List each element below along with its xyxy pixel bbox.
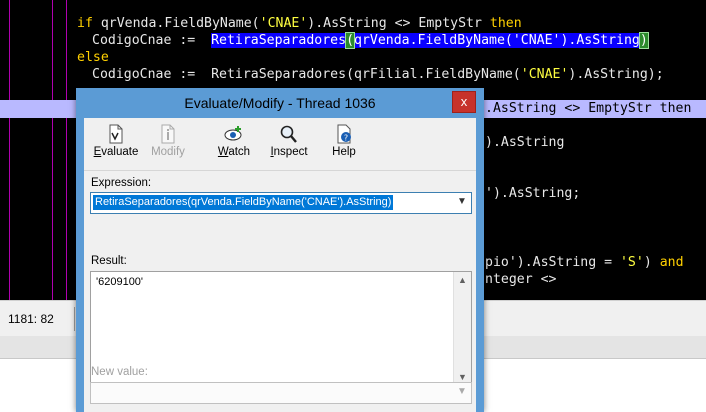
inspect-label: Inspect xyxy=(270,146,308,158)
code-line[interactable]: pio').AsString = 'S') and xyxy=(485,254,684,271)
code-line[interactable]: CodigoCnae := RetiraSeparadores(qrFilial… xyxy=(92,66,664,83)
evaluate-icon xyxy=(109,124,123,144)
magnifier-icon xyxy=(280,125,297,143)
code-line[interactable]: CodigoCnae := RetiraSeparadores(qrVenda.… xyxy=(92,32,649,49)
modify-button[interactable]: Modify xyxy=(142,124,194,166)
code-line[interactable]: ').AsString; xyxy=(485,185,580,202)
evaluate-modify-dialog[interactable]: Evaluate/Modify - Thread 1036 x Evaluate xyxy=(76,88,484,412)
dialog-titlebar[interactable]: Evaluate/Modify - Thread 1036 x xyxy=(76,88,484,118)
cursor-position: 1181: 82 xyxy=(8,312,54,326)
block-guide-line xyxy=(9,0,10,300)
watch-icon xyxy=(224,126,242,141)
result-label: Result: xyxy=(91,255,127,267)
code-line[interactable]: nteger <> xyxy=(485,271,556,288)
toolbar-divider xyxy=(84,170,476,171)
watch-button[interactable]: Watch xyxy=(208,124,260,166)
dialog-toolbar: Evaluate Modify Watch Inspect ? Help xyxy=(84,118,476,168)
block-guide-line xyxy=(52,0,53,300)
evaluate-label: Evaluate xyxy=(93,146,139,158)
expression-input[interactable]: RetiraSeparadores(qrVenda.FieldByName('C… xyxy=(90,192,472,214)
modify-icon xyxy=(161,124,175,144)
block-guide-line xyxy=(66,0,67,300)
status-divider xyxy=(74,307,75,331)
code-line[interactable]: if qrVenda.FieldByName('CNAE').AsString … xyxy=(77,15,522,32)
result-scrollbar[interactable]: ▲ ▼ xyxy=(453,272,471,386)
svg-text:?: ? xyxy=(344,134,348,143)
new-value-input[interactable]: ▼ xyxy=(90,382,472,404)
help-icon: ? xyxy=(337,124,351,144)
watch-label: Watch xyxy=(217,146,251,158)
chevron-down-icon[interactable]: ▼ xyxy=(457,387,467,397)
code-line[interactable]: .AsString <> EmptyStr then xyxy=(485,100,691,117)
help-button[interactable]: ? Help xyxy=(318,124,370,166)
dialog-title: Evaluate/Modify - Thread 1036 xyxy=(184,95,376,111)
dialog-body: Evaluate Modify Watch Inspect ? Help Exp… xyxy=(84,118,476,412)
evaluate-button[interactable]: Evaluate xyxy=(90,124,142,166)
expression-value: RetiraSeparadores(qrVenda.FieldByName('C… xyxy=(93,195,394,210)
new-value-label: New value: xyxy=(91,366,148,378)
close-button[interactable]: x xyxy=(452,91,476,113)
help-label: Help xyxy=(332,146,356,158)
scroll-up-icon[interactable]: ▲ xyxy=(454,272,471,289)
chevron-down-icon[interactable]: ▼ xyxy=(457,197,467,207)
expression-label: Expression: xyxy=(91,177,152,189)
inspect-button[interactable]: Inspect xyxy=(263,124,315,166)
result-value: '6209100' xyxy=(96,276,144,288)
modify-label: Modify xyxy=(151,146,185,158)
code-line[interactable]: else xyxy=(77,49,109,66)
code-line[interactable]: ).AsString xyxy=(485,134,564,151)
